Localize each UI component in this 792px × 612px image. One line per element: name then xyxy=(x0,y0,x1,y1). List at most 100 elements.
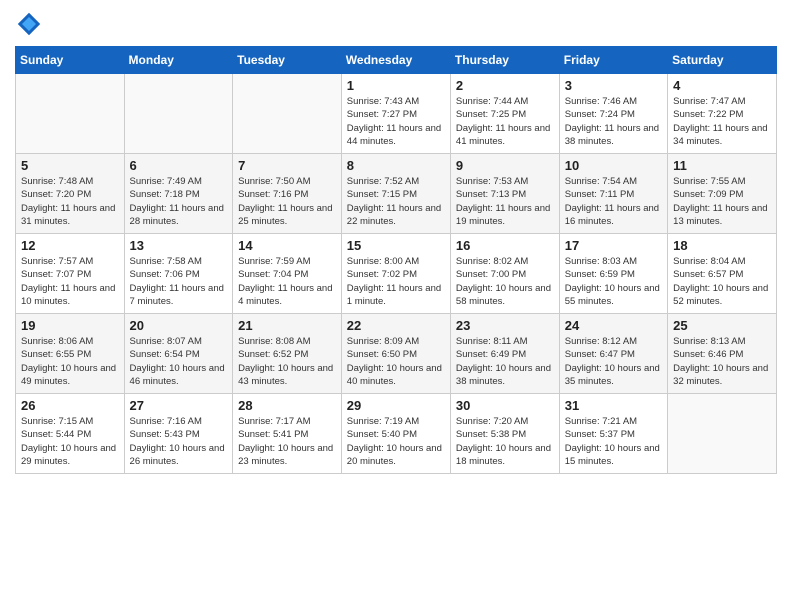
day-number: 30 xyxy=(456,398,554,413)
day-info: Sunrise: 7:20 AM Sunset: 5:38 PM Dayligh… xyxy=(456,415,554,468)
day-info: Sunrise: 7:58 AM Sunset: 7:06 PM Dayligh… xyxy=(130,255,228,308)
calendar-day-cell: 14 Sunrise: 7:59 AM Sunset: 7:04 PM Dayli… xyxy=(233,234,342,314)
calendar-header-row: Sunday Monday Tuesday Wednesday Thursday… xyxy=(16,47,777,74)
day-number: 6 xyxy=(130,158,228,173)
day-number: 19 xyxy=(21,318,119,333)
calendar-day-cell: 18Sunrise: 8:04 AM Sunset: 6:57 PM Dayli… xyxy=(668,234,777,314)
calendar-day-cell: 25 Sunrise: 8:13 AM Sunset: 6:46 PM Dayli… xyxy=(668,314,777,394)
day-number: 5 xyxy=(21,158,119,173)
calendar-day-cell: 10 Sunrise: 7:54 AM Sunset: 7:11 PM Dayli… xyxy=(559,154,667,234)
logo xyxy=(15,10,47,38)
calendar-day-cell xyxy=(124,74,233,154)
day-info: Sunrise: 7:49 AM Sunset: 7:18 PM Dayligh… xyxy=(130,175,228,228)
day-number: 10 xyxy=(565,158,662,173)
calendar-day-cell xyxy=(668,394,777,474)
calendar-day-cell: 2 Sunrise: 7:44 AM Sunset: 7:25 PM Daylig… xyxy=(450,74,559,154)
calendar-day-cell: 16Sunrise: 8:02 AM Sunset: 7:00 PM Dayli… xyxy=(450,234,559,314)
calendar-day-cell: 24 Sunrise: 8:12 AM Sunset: 6:47 PM Dayli… xyxy=(559,314,667,394)
calendar-day-cell: 21 Sunrise: 8:08 AM Sunset: 6:52 PM Dayli… xyxy=(233,314,342,394)
calendar-day-cell: 5 Sunrise: 7:48 AM Sunset: 7:20 PM Daylig… xyxy=(16,154,125,234)
calendar-day-cell: 3 Sunrise: 7:46 AM Sunset: 7:24 PM Daylig… xyxy=(559,74,667,154)
day-number: 21 xyxy=(238,318,336,333)
day-info: Sunrise: 7:55 AM Sunset: 7:09 PM Dayligh… xyxy=(673,175,771,228)
day-info: Sunrise: 7:50 AM Sunset: 7:16 PM Dayligh… xyxy=(238,175,336,228)
col-tuesday: Tuesday xyxy=(233,47,342,74)
calendar-day-cell: 6 Sunrise: 7:49 AM Sunset: 7:18 PM Daylig… xyxy=(124,154,233,234)
day-number: 22 xyxy=(347,318,445,333)
day-info: Sunrise: 7:17 AM Sunset: 5:41 PM Dayligh… xyxy=(238,415,336,468)
calendar-day-cell: 27Sunrise: 7:16 AM Sunset: 5:43 PM Dayli… xyxy=(124,394,233,474)
day-number: 17 xyxy=(565,238,662,253)
day-number: 14 xyxy=(238,238,336,253)
day-info: Sunrise: 8:00 AM Sunset: 7:02 PM Dayligh… xyxy=(347,255,445,308)
day-info: Sunrise: 8:13 AM Sunset: 6:46 PM Dayligh… xyxy=(673,335,771,388)
logo-icon xyxy=(15,10,43,38)
day-info: Sunrise: 8:03 AM Sunset: 6:59 PM Dayligh… xyxy=(565,255,662,308)
day-number: 18 xyxy=(673,238,771,253)
day-info: Sunrise: 8:12 AM Sunset: 6:47 PM Dayligh… xyxy=(565,335,662,388)
day-info: Sunrise: 8:07 AM Sunset: 6:54 PM Dayligh… xyxy=(130,335,228,388)
day-number: 20 xyxy=(130,318,228,333)
day-info: Sunrise: 7:52 AM Sunset: 7:15 PM Dayligh… xyxy=(347,175,445,228)
day-info: Sunrise: 7:54 AM Sunset: 7:11 PM Dayligh… xyxy=(565,175,662,228)
day-info: Sunrise: 7:46 AM Sunset: 7:24 PM Dayligh… xyxy=(565,95,662,148)
day-info: Sunrise: 8:06 AM Sunset: 6:55 PM Dayligh… xyxy=(21,335,119,388)
col-friday: Friday xyxy=(559,47,667,74)
calendar-week-row: 1Sunrise: 7:43 AM Sunset: 7:27 PM Daylig… xyxy=(16,74,777,154)
page-header xyxy=(15,10,777,38)
calendar-week-row: 5 Sunrise: 7:48 AM Sunset: 7:20 PM Daylig… xyxy=(16,154,777,234)
calendar-day-cell: 7 Sunrise: 7:50 AM Sunset: 7:16 PM Daylig… xyxy=(233,154,342,234)
day-info: Sunrise: 7:16 AM Sunset: 5:43 PM Dayligh… xyxy=(130,415,228,468)
day-info: Sunrise: 7:19 AM Sunset: 5:40 PM Dayligh… xyxy=(347,415,445,468)
day-info: Sunrise: 7:43 AM Sunset: 7:27 PM Dayligh… xyxy=(347,95,445,148)
day-number: 11 xyxy=(673,158,771,173)
day-number: 26 xyxy=(21,398,119,413)
col-saturday: Saturday xyxy=(668,47,777,74)
day-number: 25 xyxy=(673,318,771,333)
calendar-week-row: 19 Sunrise: 8:06 AM Sunset: 6:55 PM Dayli… xyxy=(16,314,777,394)
day-info: Sunrise: 7:53 AM Sunset: 7:13 PM Dayligh… xyxy=(456,175,554,228)
day-info: Sunrise: 7:48 AM Sunset: 7:20 PM Dayligh… xyxy=(21,175,119,228)
calendar-day-cell: 26 Sunrise: 7:15 AM Sunset: 5:44 PM Dayli… xyxy=(16,394,125,474)
calendar-day-cell: 23Sunrise: 8:11 AM Sunset: 6:49 PM Dayli… xyxy=(450,314,559,394)
day-info: Sunrise: 8:11 AM Sunset: 6:49 PM Dayligh… xyxy=(456,335,554,388)
calendar-day-cell: 28 Sunrise: 7:17 AM Sunset: 5:41 PM Dayli… xyxy=(233,394,342,474)
calendar-day-cell: 13 Sunrise: 7:58 AM Sunset: 7:06 PM Dayli… xyxy=(124,234,233,314)
day-number: 28 xyxy=(238,398,336,413)
calendar-day-cell xyxy=(233,74,342,154)
calendar-day-cell: 17 Sunrise: 8:03 AM Sunset: 6:59 PM Dayli… xyxy=(559,234,667,314)
day-info: Sunrise: 7:57 AM Sunset: 7:07 PM Dayligh… xyxy=(21,255,119,308)
col-wednesday: Wednesday xyxy=(341,47,450,74)
day-number: 3 xyxy=(565,78,662,93)
day-number: 24 xyxy=(565,318,662,333)
calendar-day-cell: 20 Sunrise: 8:07 AM Sunset: 6:54 PM Dayli… xyxy=(124,314,233,394)
day-number: 12 xyxy=(21,238,119,253)
calendar-table: Sunday Monday Tuesday Wednesday Thursday… xyxy=(15,46,777,474)
day-number: 13 xyxy=(130,238,228,253)
day-number: 15 xyxy=(347,238,445,253)
calendar-day-cell: 1Sunrise: 7:43 AM Sunset: 7:27 PM Daylig… xyxy=(341,74,450,154)
calendar-day-cell: 15 Sunrise: 8:00 AM Sunset: 7:02 PM Dayli… xyxy=(341,234,450,314)
calendar-day-cell: 19 Sunrise: 8:06 AM Sunset: 6:55 PM Dayli… xyxy=(16,314,125,394)
day-number: 29 xyxy=(347,398,445,413)
calendar-day-cell: 29 Sunrise: 7:19 AM Sunset: 5:40 PM Dayli… xyxy=(341,394,450,474)
calendar-day-cell xyxy=(16,74,125,154)
day-number: 7 xyxy=(238,158,336,173)
day-number: 8 xyxy=(347,158,445,173)
day-number: 31 xyxy=(565,398,662,413)
calendar-day-cell: 11 Sunrise: 7:55 AM Sunset: 7:09 PM Dayli… xyxy=(668,154,777,234)
calendar-day-cell: 30 Sunrise: 7:20 AM Sunset: 5:38 PM Dayli… xyxy=(450,394,559,474)
calendar-day-cell: 22Sunrise: 8:09 AM Sunset: 6:50 PM Dayli… xyxy=(341,314,450,394)
day-info: Sunrise: 7:21 AM Sunset: 5:37 PM Dayligh… xyxy=(565,415,662,468)
day-info: Sunrise: 7:59 AM Sunset: 7:04 PM Dayligh… xyxy=(238,255,336,308)
col-sunday: Sunday xyxy=(16,47,125,74)
calendar-day-cell: 8 Sunrise: 7:52 AM Sunset: 7:15 PM Daylig… xyxy=(341,154,450,234)
calendar-week-row: 26 Sunrise: 7:15 AM Sunset: 5:44 PM Dayli… xyxy=(16,394,777,474)
day-number: 2 xyxy=(456,78,554,93)
day-info: Sunrise: 7:44 AM Sunset: 7:25 PM Dayligh… xyxy=(456,95,554,148)
calendar-day-cell: 9Sunrise: 7:53 AM Sunset: 7:13 PM Daylig… xyxy=(450,154,559,234)
day-info: Sunrise: 8:08 AM Sunset: 6:52 PM Dayligh… xyxy=(238,335,336,388)
calendar-day-cell: 4Sunrise: 7:47 AM Sunset: 7:22 PM Daylig… xyxy=(668,74,777,154)
day-info: Sunrise: 8:02 AM Sunset: 7:00 PM Dayligh… xyxy=(456,255,554,308)
day-info: Sunrise: 7:15 AM Sunset: 5:44 PM Dayligh… xyxy=(21,415,119,468)
